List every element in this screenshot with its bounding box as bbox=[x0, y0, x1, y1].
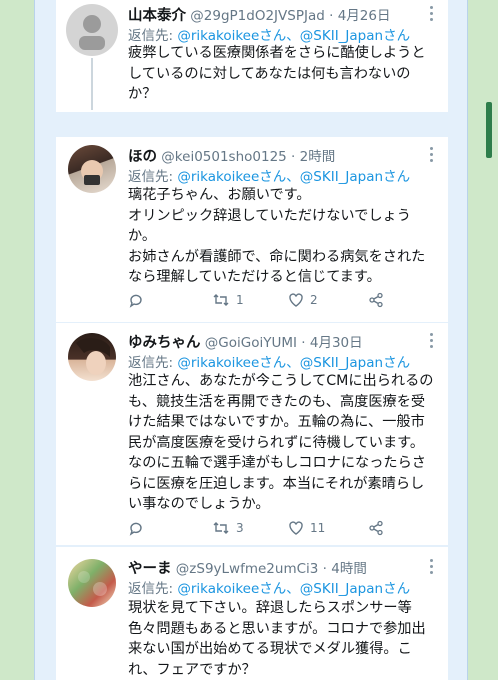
tweet-header: やーま @zS9yLwfme2umCi3 · 4時間 bbox=[128, 561, 367, 577]
tweet-text: 璃花子ちゃん、お願いです。 オリンピック辞退していただけないでしょうか。 お姉さ… bbox=[128, 187, 426, 285]
tweet-card[interactable]: やーま @zS9yLwfme2umCi3 · 4時間 返信先: @rikakoi… bbox=[56, 547, 448, 680]
reply-handles[interactable]: @rikakoikeeさん、@SKII_Japanさん bbox=[177, 581, 410, 597]
user-handle[interactable]: @zS9yLwfme2umCi3 bbox=[176, 561, 319, 577]
reply-prefix: 返信先: bbox=[128, 355, 178, 371]
heart-icon bbox=[289, 293, 303, 307]
avatar[interactable] bbox=[68, 333, 116, 381]
timestamp[interactable]: 4月30日 bbox=[310, 335, 363, 351]
retweet-count: 1 bbox=[236, 293, 244, 307]
tweet-text: 疲弊している医療関係者をさらに酷使しようとしているのに対してあなたは何も言わない… bbox=[128, 45, 426, 102]
tweet-text: 池江さん、あなたが今こうしてCMに出られるのも、競技生活を再開できたのも、高度医… bbox=[128, 373, 434, 512]
tweet-header: ゆみちゃん @GoiGoiYUMI · 4月30日 bbox=[128, 335, 363, 351]
share-button[interactable] bbox=[368, 520, 384, 536]
like-count: 11 bbox=[310, 521, 326, 535]
tweet-actions: 1 2 bbox=[128, 292, 428, 312]
more-options-icon[interactable] bbox=[430, 559, 434, 577]
reply-icon bbox=[129, 294, 142, 308]
display-name[interactable]: 山本泰介 bbox=[128, 8, 186, 24]
more-options-icon[interactable] bbox=[430, 333, 434, 351]
display-name[interactable]: ゆみちゃん bbox=[128, 335, 201, 351]
like-count: 2 bbox=[310, 293, 318, 307]
tweet-header: 山本泰介 @29gP1dO2JVSPJad · 4月26日 bbox=[128, 8, 391, 24]
more-options-icon[interactable] bbox=[430, 147, 434, 165]
tweet-text: 現状を見て下さい。辞退したらスポンサー等色々問題もあると思いますが。コロナで参加… bbox=[128, 600, 426, 678]
reply-icon bbox=[129, 522, 142, 536]
retweet-icon bbox=[213, 294, 229, 306]
thread-line bbox=[91, 58, 93, 110]
display-name[interactable]: やーま bbox=[128, 561, 172, 577]
avatar[interactable] bbox=[68, 145, 116, 193]
share-icon bbox=[369, 520, 383, 536]
share-icon bbox=[369, 292, 383, 308]
share-button[interactable] bbox=[368, 292, 384, 308]
tweet-actions: 3 11 bbox=[128, 520, 428, 540]
tweet-card[interactable]: ゆみちゃん @GoiGoiYUMI · 4月30日 返信先: @rikakoik… bbox=[56, 323, 448, 545]
reply-to: 返信先: @rikakoikeeさん、@SKII_Japanさん bbox=[128, 24, 440, 44]
retweet-count: 3 bbox=[236, 521, 244, 535]
reply-to: 返信先: @rikakoikeeさん、@SKII_Japanさん bbox=[128, 165, 440, 185]
default-avatar-icon bbox=[79, 15, 105, 50]
reply-handles[interactable]: @rikakoikeeさん、@SKII_Japanさん bbox=[177, 355, 410, 371]
like-button[interactable]: 11 bbox=[288, 520, 325, 536]
like-button[interactable]: 2 bbox=[288, 292, 318, 308]
avatar-photo-icon bbox=[78, 571, 107, 596]
reply-to: 返信先: @rikakoikeeさん、@SKII_Japanさん bbox=[128, 351, 440, 371]
timestamp[interactable]: 4月26日 bbox=[338, 8, 391, 24]
tweet-header: ほの @kei0501sho0125 · 2時間 bbox=[128, 149, 336, 165]
tweet-card[interactable]: 山本泰介 @29gP1dO2JVSPJad · 4月26日 返信先: @rika… bbox=[56, 0, 448, 112]
scrollbar-thumb[interactable] bbox=[486, 102, 492, 158]
reply-prefix: 返信先: bbox=[128, 581, 178, 597]
avatar[interactable] bbox=[68, 559, 116, 607]
reply-prefix: 返信先: bbox=[128, 28, 178, 44]
avatar-photo-icon bbox=[76, 338, 110, 375]
more-options-icon[interactable] bbox=[430, 6, 434, 24]
retweet-icon bbox=[213, 522, 229, 534]
reply-button[interactable] bbox=[128, 520, 144, 536]
user-handle[interactable]: @GoiGoiYUMI bbox=[205, 335, 297, 351]
timestamp[interactable]: 4時間 bbox=[331, 561, 367, 577]
user-handle[interactable]: @kei0501sho0125 bbox=[161, 149, 286, 165]
retweet-button[interactable]: 1 bbox=[212, 292, 244, 308]
reply-prefix: 返信先: bbox=[128, 169, 178, 185]
avatar-photo-icon bbox=[81, 160, 103, 185]
timestamp[interactable]: 2時間 bbox=[300, 149, 336, 165]
reply-button[interactable] bbox=[128, 292, 144, 308]
heart-icon bbox=[289, 521, 303, 535]
reply-to: 返信先: @rikakoikeeさん、@SKII_Japanさん bbox=[128, 577, 440, 597]
avatar[interactable] bbox=[66, 4, 118, 56]
tweet-card[interactable]: ほの @kei0501sho0125 · 2時間 返信先: @rikakoike… bbox=[56, 137, 448, 322]
retweet-button[interactable]: 3 bbox=[212, 520, 244, 536]
reply-handles[interactable]: @rikakoikeeさん、@SKII_Japanさん bbox=[177, 169, 410, 185]
display-name[interactable]: ほの bbox=[128, 149, 157, 165]
reply-handles[interactable]: @rikakoikeeさん、@SKII_Japanさん bbox=[177, 28, 410, 44]
user-handle[interactable]: @29gP1dO2JVSPJad bbox=[190, 8, 325, 24]
scrollbar[interactable] bbox=[466, 0, 498, 680]
